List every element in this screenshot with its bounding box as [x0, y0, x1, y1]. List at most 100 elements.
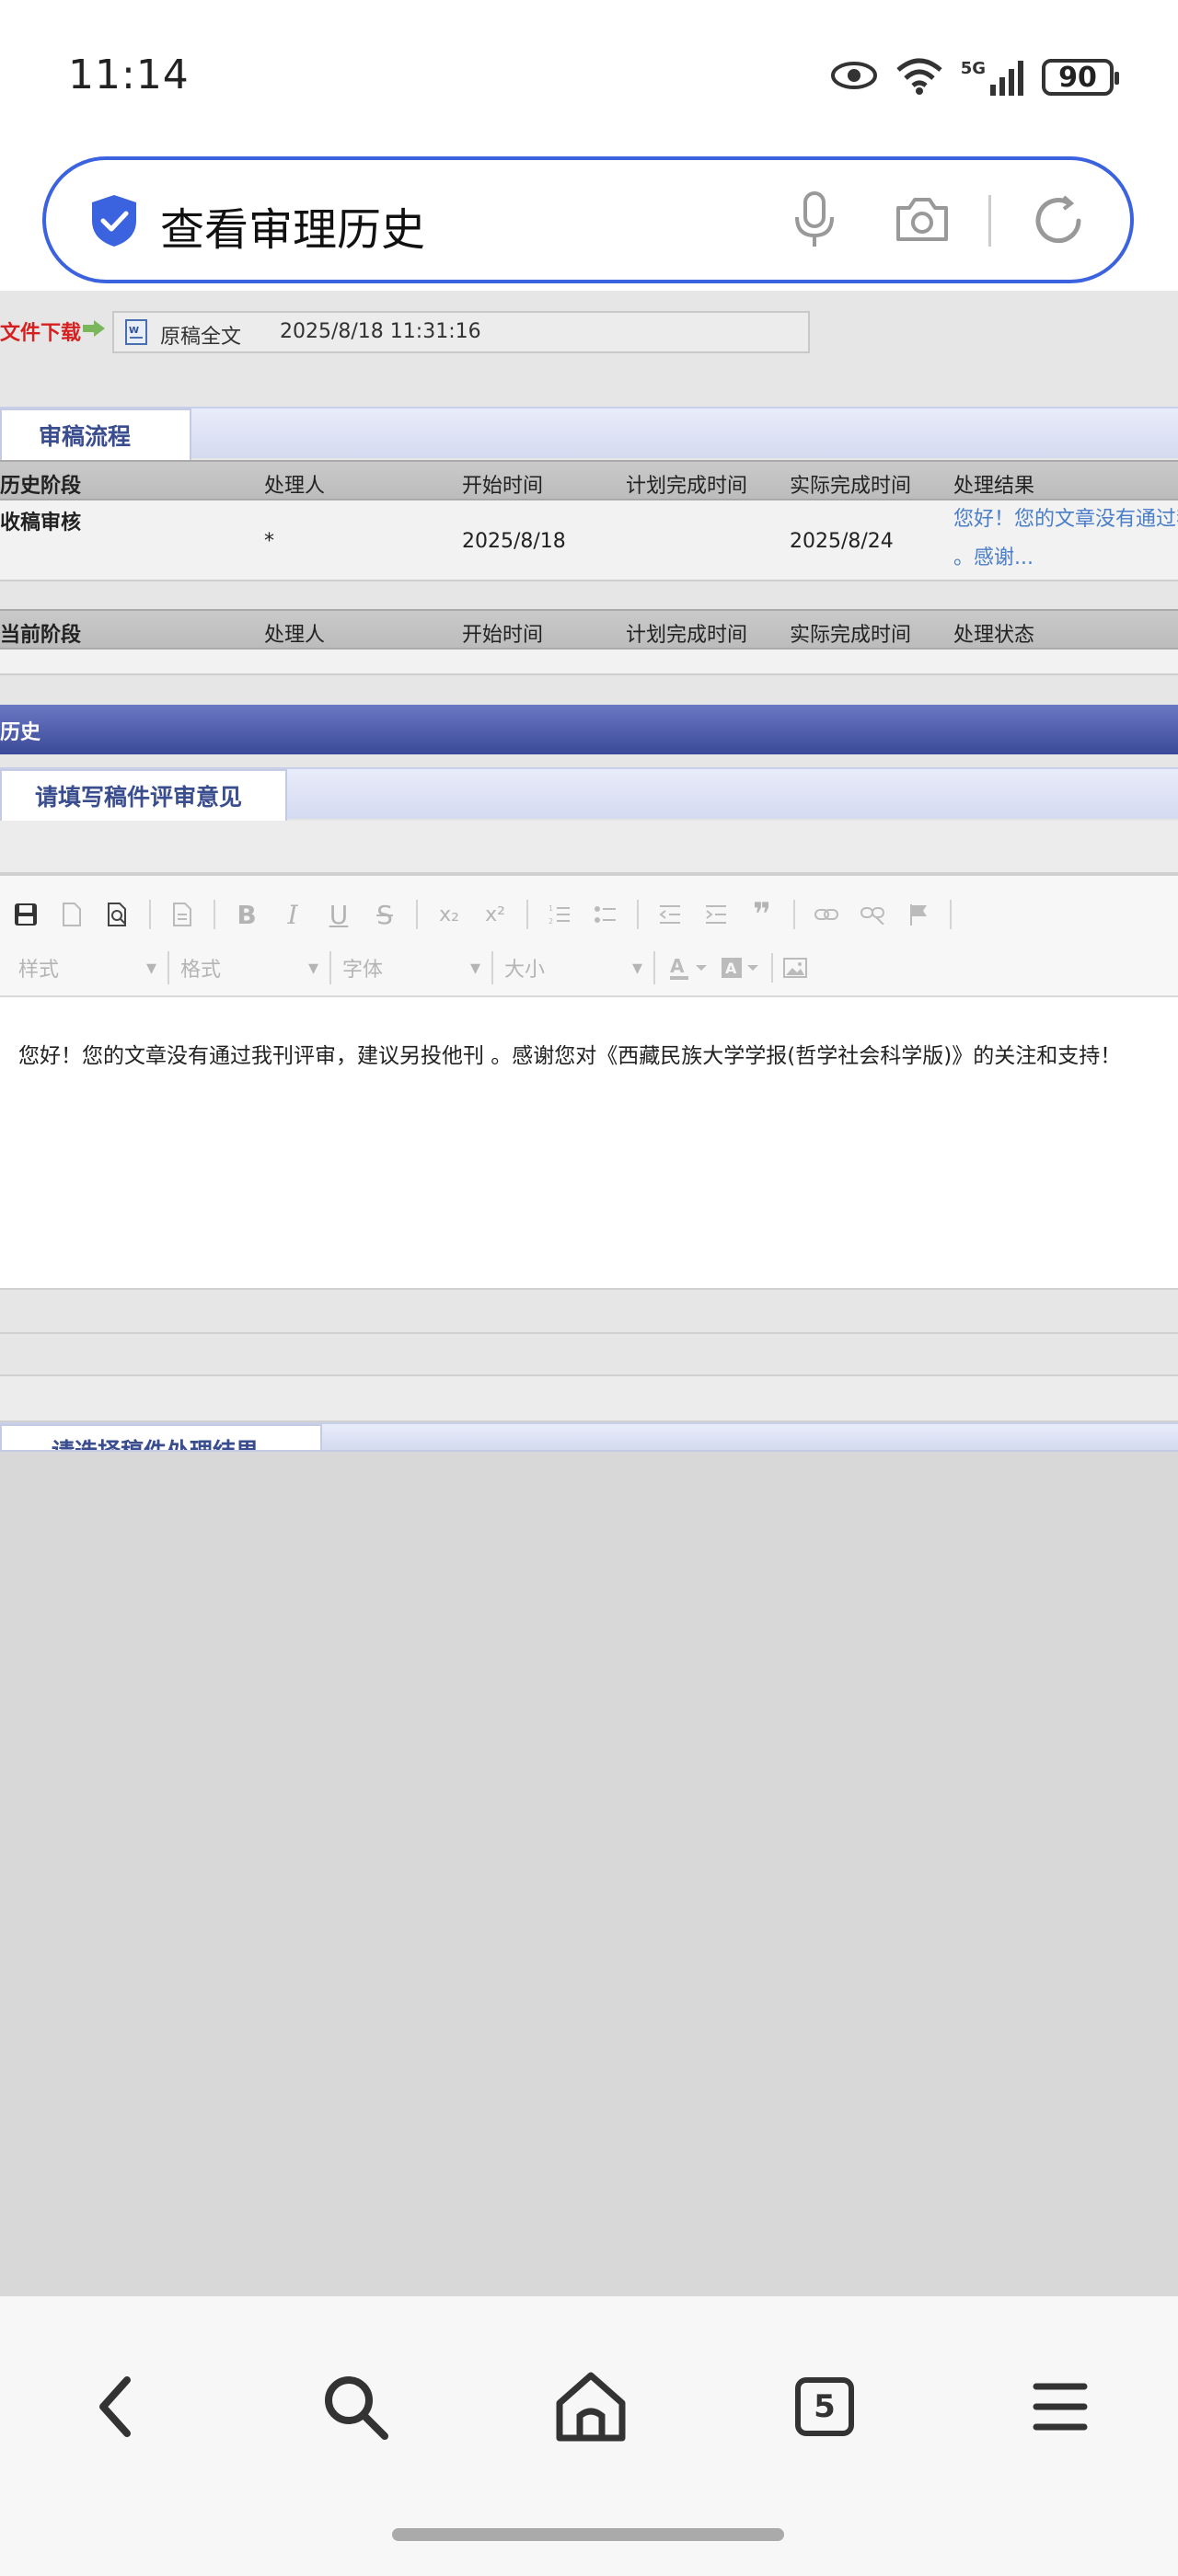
refresh-icon[interactable]: [1031, 193, 1086, 252]
col-result: 处理结果: [953, 475, 1035, 498]
tabs-button[interactable]: 5: [779, 2361, 871, 2453]
underline-icon[interactable]: U: [320, 896, 357, 933]
unlink-icon[interactable]: [854, 896, 891, 933]
font-select-value: 字体: [342, 959, 384, 982]
battery-icon: 90: [1042, 59, 1119, 96]
bold-icon[interactable]: B: [228, 896, 265, 933]
tab-result-select[interactable]: 请选择稿件处理结果: [0, 1424, 322, 1450]
microphone-icon[interactable]: [791, 191, 837, 254]
svg-text:A: A: [670, 955, 685, 977]
background-color-icon[interactable]: A: [716, 949, 768, 986]
history-table-header: 历史阶段 处理人 开始时间 计划完成时间 实际完成时间 处理结果: [0, 460, 1178, 500]
home-icon: [556, 2372, 626, 2442]
search-divider: [988, 195, 991, 247]
row-start: 2025/8/18: [462, 530, 566, 553]
empty-row: [0, 650, 1178, 675]
style-select[interactable]: 样式 ▾: [7, 951, 169, 984]
tabs-count: 5: [795, 2377, 854, 2436]
spacer-strip-2: [0, 1376, 1178, 1422]
comment-spacer: [0, 821, 1178, 874]
current-table-header: 当前阶段 处理人 开始时间 计划完成时间 实际完成时间 处理状态: [0, 609, 1178, 650]
style-select-value: 样式: [18, 959, 60, 982]
new-page-icon[interactable]: [53, 896, 90, 933]
review-process-tabbar: 审稿流程: [0, 407, 1178, 460]
status-time: 11:14: [68, 52, 190, 98]
back-button[interactable]: [70, 2361, 162, 2453]
strikethrough-icon[interactable]: S: [366, 896, 403, 933]
history-section-label: 历史: [0, 721, 41, 744]
page-blank-area: [0, 1452, 1178, 2296]
menu-icon: [1033, 2383, 1088, 2431]
outdent-icon[interactable]: [652, 896, 688, 933]
save-icon[interactable]: [7, 896, 44, 933]
bullet-list-icon[interactable]: [587, 896, 624, 933]
row-actual: 2025/8/24: [790, 530, 894, 553]
download-file-name[interactable]: 原稿全文: [160, 320, 241, 350]
row-handler: *: [264, 530, 274, 553]
word-document-icon: W: [123, 318, 151, 351]
shield-check-icon: [88, 193, 140, 252]
image-icon[interactable]: [777, 949, 814, 986]
search-query[interactable]: 查看审理历史: [160, 193, 425, 258]
size-select-value: 大小: [504, 959, 546, 982]
link-icon[interactable]: [808, 896, 845, 933]
preview-icon[interactable]: [99, 896, 136, 933]
download-label: 文件下载: [0, 322, 82, 345]
templates-icon[interactable]: [164, 896, 201, 933]
row-result-link[interactable]: 您好！您的文章没有通过我刊评审: [953, 500, 1178, 539]
row-result-link-more[interactable]: 。感谢...: [953, 539, 1034, 578]
search-bar[interactable]: 查看审理历史: [42, 156, 1134, 283]
download-file-link[interactable]: W 原稿全文 2025/8/18 11:31:16: [112, 311, 810, 353]
chevron-down-icon: ▾: [307, 956, 318, 980]
numbered-list-icon[interactable]: 12: [541, 896, 578, 933]
arrow-right-icon: [81, 318, 107, 342]
editor-toolbar: B I U S x₂ x² 12 ❞ 样式 ▾ 格式 ▾ 字体 ▾ 大小 ▾ A…: [0, 876, 1178, 997]
tab-review-comment[interactable]: 请填写稿件评审意见: [0, 769, 287, 821]
anchor-flag-icon[interactable]: [900, 896, 937, 933]
col-stage: 历史阶段: [0, 475, 82, 498]
format-select[interactable]: 格式 ▾: [169, 951, 331, 984]
history-section-bar: 历史: [0, 705, 1178, 754]
col-start: 开始时间: [462, 475, 544, 498]
camera-icon[interactable]: [893, 195, 952, 248]
text-color-icon[interactable]: A: [664, 949, 716, 986]
italic-icon[interactable]: I: [274, 896, 311, 933]
superscript-icon[interactable]: x²: [477, 896, 514, 933]
col-actual: 实际完成时间: [790, 475, 912, 498]
home-button[interactable]: [545, 2361, 637, 2453]
editor-footer-strip: [0, 1290, 1178, 1334]
col-current-planned: 计划完成时间: [626, 624, 748, 647]
size-select[interactable]: 大小 ▾: [493, 951, 655, 984]
format-select-value: 格式: [180, 959, 222, 982]
col-current-status: 处理状态: [953, 624, 1035, 647]
subscript-icon[interactable]: x₂: [431, 896, 468, 933]
home-indicator[interactable]: [392, 2528, 784, 2541]
comment-editor[interactable]: B I U S x₂ x² 12 ❞ 样式 ▾ 格式 ▾ 字体 ▾ 大小 ▾ A…: [0, 874, 1178, 1290]
col-planned: 计划完成时间: [626, 475, 748, 498]
tab-review-process[interactable]: 审稿流程: [0, 408, 191, 460]
font-select[interactable]: 字体 ▾: [331, 951, 493, 984]
col-current-actual: 实际完成时间: [790, 624, 912, 647]
menu-button[interactable]: [1014, 2361, 1106, 2453]
search-button[interactable]: [309, 2361, 401, 2453]
table-row: 收稿审核 * 2025/8/18 2025/8/24 您好！您的文章没有通过我刊…: [0, 500, 1178, 581]
editor-text[interactable]: 您好！您的文章没有通过我刊评审，建议另投他刊 。感谢您对《西藏民族大学学报(哲学…: [18, 1038, 1121, 1069]
blockquote-icon[interactable]: ❞: [744, 896, 780, 933]
wifi-icon: [895, 55, 944, 99]
eye-icon: [830, 61, 878, 94]
download-date: 2025/8/18 11:31:16: [280, 320, 481, 343]
status-icons: 5G 90: [830, 55, 1119, 99]
network-type: 5G: [960, 59, 986, 78]
chevron-down-icon: ▾: [631, 956, 642, 980]
chevron-down-icon: ▾: [145, 956, 156, 980]
svg-text:A: A: [725, 960, 737, 977]
spacer-strip: [0, 1334, 1178, 1376]
col-current-handler: 处理人: [264, 624, 326, 647]
result-tabbar: 请选择稿件处理结果: [0, 1422, 1178, 1450]
search-icon: [325, 2376, 388, 2440]
bottom-nav-bar: 5: [0, 2296, 1178, 2576]
svg-text:W: W: [129, 326, 139, 336]
back-icon: [99, 2376, 131, 2437]
svg-text:1: 1: [549, 904, 553, 913]
indent-icon[interactable]: [698, 896, 734, 933]
